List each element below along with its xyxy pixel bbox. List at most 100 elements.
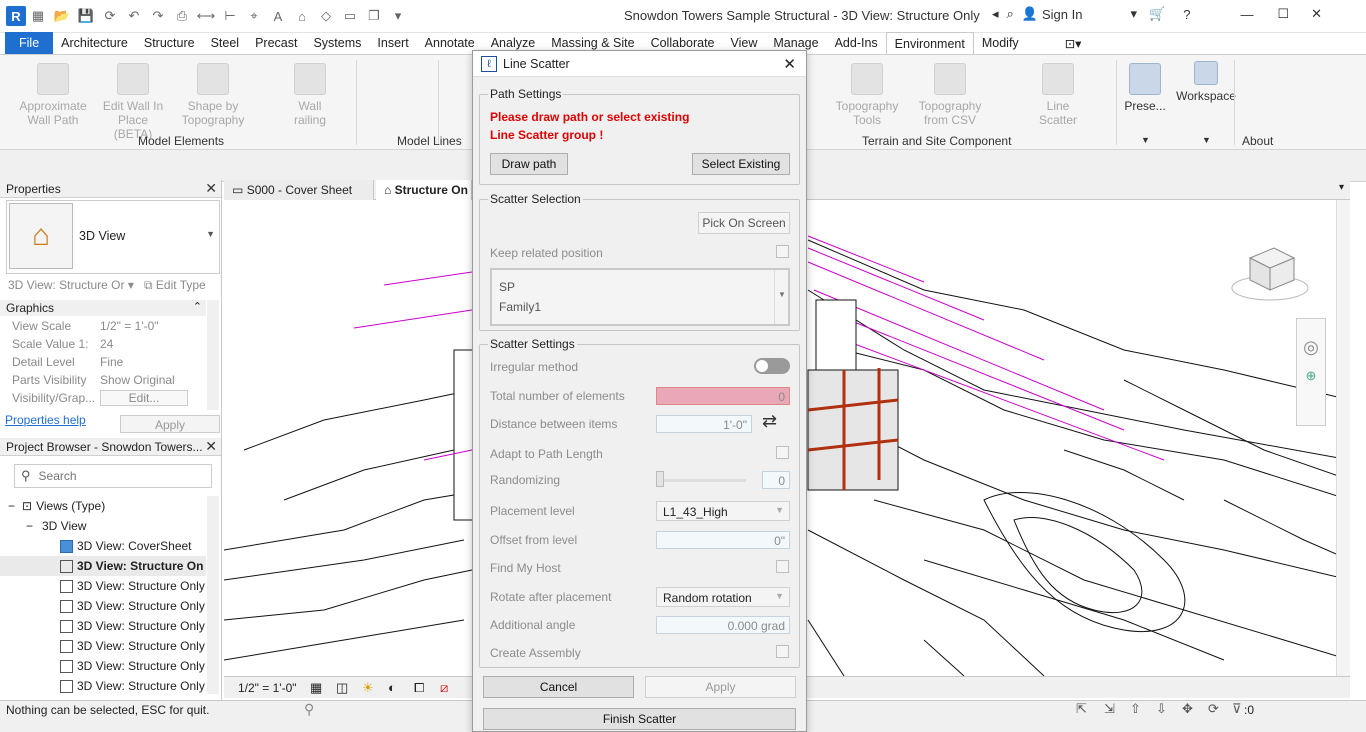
finish-scatter-button[interactable]: Finish Scatter <box>483 708 796 730</box>
draw-path-button[interactable]: Draw path <box>490 153 568 175</box>
chevron-left-icon[interactable]: ◂ <box>992 6 999 22</box>
property-row[interactable]: View Scale 1/2" = 1'-0" <box>0 317 206 335</box>
3d-view-icon[interactable]: ⌂ <box>292 6 312 26</box>
user-icon[interactable]: 👤 <box>1022 6 1038 22</box>
tree-item[interactable]: 3D View: Structure Only <box>0 656 206 676</box>
switch-windows-icon[interactable]: ▾ <box>388 6 408 26</box>
properties-help-link[interactable]: Properties help <box>5 413 86 427</box>
ribbon-toggle-icon[interactable]: ⊡▾ <box>1057 32 1090 54</box>
tag-icon[interactable]: ⌖ <box>244 6 264 26</box>
view-cube[interactable] <box>1230 240 1310 304</box>
tree-item[interactable]: 3D View: Structure Only <box>0 636 206 656</box>
background-process-icon[interactable]: ⟳ <box>1208 701 1219 717</box>
properties-scrollbar[interactable] <box>207 300 219 410</box>
presets-button[interactable]: Prese... <box>1120 63 1170 113</box>
text-icon[interactable]: A <box>268 6 288 26</box>
close-icon[interactable]: ✕ <box>205 438 217 455</box>
steering-wheel-icon[interactable]: ◎ <box>1297 337 1325 358</box>
tab-structure-only[interactable]: ⌂ Structure On <box>376 180 472 200</box>
list-item[interactable]: Family1 <box>499 300 541 314</box>
total-elements-field[interactable]: 0 <box>656 387 790 405</box>
cart-icon[interactable]: 🛒 <box>1149 6 1165 22</box>
select-existing-button[interactable]: Select Existing <box>692 153 790 175</box>
chevron-down-icon[interactable]: ▾ <box>1130 6 1137 22</box>
tree-item[interactable]: 3D View: Structure Only <box>0 616 206 636</box>
sun-path-icon[interactable]: ☀ <box>362 680 374 696</box>
thin-lines-icon[interactable]: ▭ <box>340 6 360 26</box>
redo-icon[interactable]: ↷ <box>148 6 168 26</box>
revit-logo[interactable]: R <box>6 6 26 26</box>
select-underlay-icon[interactable]: ⇲ <box>1104 701 1115 717</box>
menu-file[interactable]: File <box>5 32 54 54</box>
adapt-checkbox[interactable] <box>776 446 789 459</box>
browser-search[interactable]: ⚲ <box>14 464 212 488</box>
offset-field[interactable]: 0" <box>656 531 790 549</box>
apply-properties-button[interactable]: Apply <box>120 415 220 433</box>
select-pinned-icon[interactable]: ⇧ <box>1130 701 1141 717</box>
list-item[interactable]: SP <box>499 280 515 294</box>
distance-field[interactable]: 1'-0" <box>656 415 752 433</box>
drag-elements-icon[interactable]: ✥ <box>1182 701 1193 717</box>
menu-structure[interactable]: Structure <box>136 32 203 54</box>
menu-addins[interactable]: Add-Ins <box>827 32 886 54</box>
wall-railing-button[interactable]: Wall railing <box>288 63 332 127</box>
property-row[interactable]: Scale Value 1: 24 <box>0 335 206 353</box>
tab-cover-sheet[interactable]: ▭ S000 - Cover Sheet <box>224 180 374 200</box>
navigation-bar[interactable]: ◎ ⊕ <box>1296 318 1326 426</box>
menu-architecture[interactable]: Architecture <box>53 32 136 54</box>
tree-3d-view-group[interactable]: −3D View <box>0 516 206 536</box>
presets-expand-icon[interactable]: ▼ <box>1141 135 1150 145</box>
cancel-button[interactable]: Cancel <box>483 676 634 698</box>
worksets-icon[interactable]: ⚲ <box>304 701 314 718</box>
sync-icon[interactable]: ⟳ <box>100 6 120 26</box>
menu-steel[interactable]: Steel <box>203 32 248 54</box>
home-icon[interactable]: ▦ <box>28 6 48 26</box>
close-icon[interactable]: ✕ <box>205 180 217 197</box>
type-selector[interactable]: ⌂ 3D View ▼ <box>6 200 220 274</box>
section-icon[interactable]: ◇ <box>316 6 336 26</box>
tab-menu-icon[interactable]: ▾ <box>1339 182 1344 193</box>
undo-icon[interactable]: ↶ <box>124 6 144 26</box>
visual-style-icon[interactable]: ◫ <box>336 680 348 696</box>
tree-views-root[interactable]: − ⊡ Views (Type) <box>0 496 206 516</box>
edit-type-button[interactable]: ⧉ Edit Type <box>144 276 206 293</box>
randomizing-field[interactable]: 0 <box>762 471 790 489</box>
tree-item[interactable]: 3D View: Structure Only <box>0 596 206 616</box>
find-host-checkbox[interactable] <box>776 560 789 573</box>
irregular-toggle[interactable] <box>754 358 790 374</box>
print-icon[interactable]: ⎙ <box>172 6 192 26</box>
search-input[interactable] <box>38 469 199 483</box>
dimension-icon[interactable]: ⊢ <box>220 6 240 26</box>
workspace-button[interactable]: Workspace <box>1174 61 1238 103</box>
tree-item[interactable]: 3D View: CoverSheet <box>0 536 206 556</box>
zoom-icon[interactable]: ⊕ <box>1297 368 1325 384</box>
shadows-icon[interactable]: ◐ <box>388 680 396 695</box>
placement-level-select[interactable]: L1_43_High ▼ <box>656 501 790 521</box>
instance-filter[interactable]: 3D View: Structure Or ▾ <box>6 276 136 294</box>
workspace-expand-icon[interactable]: ▼ <box>1202 135 1211 145</box>
minimize-button[interactable]: — <box>1240 7 1253 22</box>
tree-item-active[interactable]: 3D View: Structure On <box>0 556 206 576</box>
select-links-icon[interactable]: ⇱ <box>1076 701 1087 717</box>
line-scatter-button[interactable]: Line Scatter <box>1032 63 1084 127</box>
family-list[interactable]: SP Family1 ▼ <box>490 268 790 326</box>
menu-modify[interactable]: Modify <box>974 32 1027 54</box>
property-row[interactable]: Visibility/Grap... Edit... <box>0 389 206 407</box>
view-scale-label[interactable]: 1/2" = 1'-0" <box>238 681 297 695</box>
shape-by-topography-button[interactable]: Shape by Topography <box>178 63 248 127</box>
graphics-section[interactable]: Graphics ⌃ <box>0 300 206 316</box>
randomizing-slider[interactable] <box>656 479 746 482</box>
topography-tools-button[interactable]: Topography Tools <box>832 63 902 127</box>
save-icon[interactable]: 💾 <box>76 6 96 26</box>
apply-button[interactable]: Apply <box>645 676 796 698</box>
edit-wall-in-place-button[interactable]: Edit Wall In Place (BETA) <box>98 63 168 141</box>
viewport-vscroll[interactable] <box>1336 200 1350 676</box>
detail-level-icon[interactable]: ▦ <box>310 680 322 696</box>
list-scrollbar[interactable]: ▼ <box>774 270 788 324</box>
menu-environment[interactable]: Environment <box>885 32 974 54</box>
maximize-button[interactable]: ☐ <box>1277 6 1289 22</box>
select-by-face-icon[interactable]: ⇩ <box>1156 701 1167 717</box>
filter-icon[interactable]: ⊽ <box>1232 701 1242 717</box>
topography-from-csv-button[interactable]: Topography from CSV <box>914 63 986 127</box>
property-row[interactable]: Detail Level Fine <box>0 353 206 371</box>
